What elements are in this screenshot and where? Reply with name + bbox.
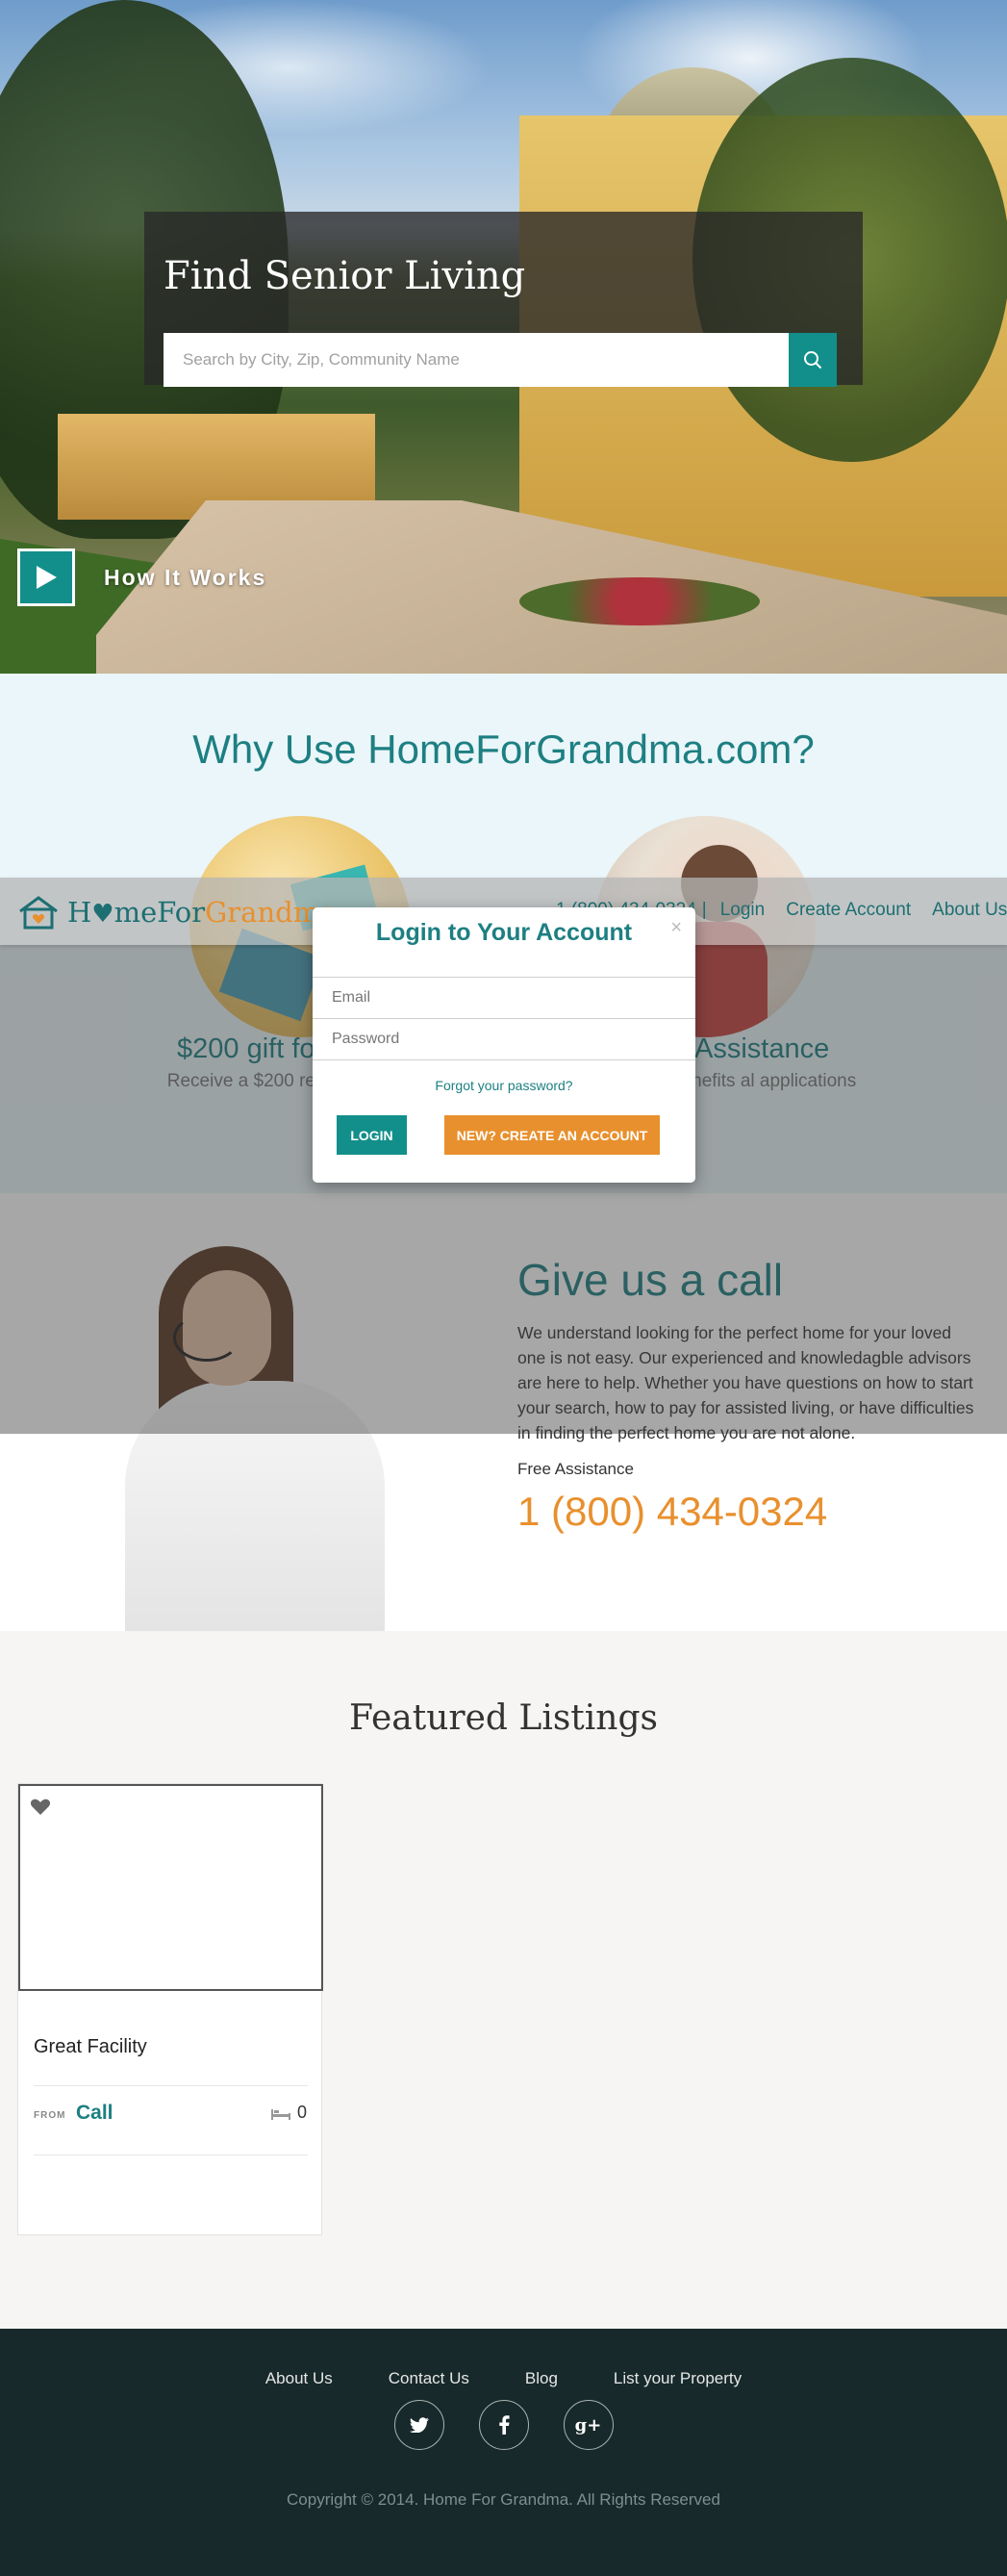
forgot-password-link[interactable]: Forgot your password? — [313, 1078, 695, 1093]
twitter-button[interactable] — [393, 2400, 444, 2450]
listing-divider — [34, 2085, 308, 2086]
listing-image[interactable] — [18, 1784, 323, 1991]
logo-text-part2: meFor — [113, 896, 206, 929]
listing-name[interactable]: Great Facility — [34, 2036, 147, 2058]
listing-bed-count: 0 — [297, 2103, 308, 2122]
nav-about-us[interactable]: About Us — [932, 900, 1007, 921]
search-input[interactable] — [164, 333, 789, 387]
login-button[interactable]: LOGIN — [337, 1115, 407, 1155]
login-modal: Login to Your Account × Forgot your pass… — [313, 907, 695, 1183]
facebook-button[interactable] — [478, 2400, 529, 2450]
call-phone-number[interactable]: 1 (800) 434-0324 — [517, 1489, 827, 1535]
listing-price[interactable]: Call — [76, 2102, 113, 2125]
listing-card[interactable]: Great Facility FROM Call 0 — [17, 1783, 323, 2235]
logo-text: H♥meForGrandma — [67, 896, 337, 929]
search-title: Find Senior Living — [164, 254, 526, 298]
logo-text-part1: H — [67, 896, 92, 929]
listing-from-label: FROM — [34, 2110, 66, 2121]
logo-heart-o: ♥ — [91, 900, 114, 929]
login-modal-title: Login to Your Account — [375, 919, 633, 946]
search-button[interactable] — [789, 333, 837, 387]
email-field[interactable] — [313, 978, 695, 1019]
why-title: Why Use HomeForGrandma.com? — [192, 727, 815, 772]
social-links: g+ — [0, 2400, 1007, 2450]
google-plus-icon: g+ — [574, 2414, 602, 2436]
facebook-icon — [498, 2415, 510, 2435]
footer-link-contact[interactable]: Contact Us — [389, 2369, 469, 2388]
logo[interactable]: H♥meForGrandma — [17, 895, 337, 930]
nav-create-account[interactable]: Create Account — [786, 900, 911, 921]
footer: About Us Contact Us Blog List your Prope… — [0, 2329, 1007, 2576]
bed-icon — [271, 2109, 290, 2120]
hero-section: Find Senior Living How It Works — [0, 0, 1007, 674]
close-icon[interactable]: × — [670, 917, 682, 939]
how-it-works[interactable]: How It Works — [17, 548, 266, 606]
play-icon — [37, 566, 57, 589]
search-panel: Find Senior Living — [144, 212, 863, 387]
house-logo-icon — [19, 896, 58, 930]
footer-link-about[interactable]: About Us — [265, 2369, 333, 2388]
create-account-button[interactable]: NEW? CREATE AN ACCOUNT — [444, 1115, 660, 1155]
how-it-works-label[interactable]: How It Works — [104, 565, 266, 591]
featured-title: Featured Listings — [348, 1698, 658, 1738]
favorite-heart-icon[interactable] — [30, 1798, 51, 1817]
password-field[interactable] — [313, 1019, 695, 1060]
footer-links: About Us Contact Us Blog List your Prope… — [0, 2369, 1007, 2388]
copyright: Copyright © 2014. Home For Grandma. All … — [287, 2490, 720, 2509]
nav-login[interactable]: Login — [720, 900, 766, 921]
footer-link-list-property[interactable]: List your Property — [614, 2369, 742, 2388]
search-icon — [804, 351, 822, 370]
footer-link-blog[interactable]: Blog — [525, 2369, 558, 2388]
hero-flowerbed — [519, 577, 760, 625]
twitter-icon — [409, 2417, 429, 2433]
play-button[interactable] — [17, 548, 75, 606]
free-assistance-label: Free Assistance — [517, 1460, 634, 1478]
nav-separator: | — [701, 900, 707, 920]
google-plus-button[interactable]: g+ — [563, 2400, 614, 2450]
featured-section: Featured Listings Great Facility FROM Ca… — [0, 1631, 1007, 2329]
